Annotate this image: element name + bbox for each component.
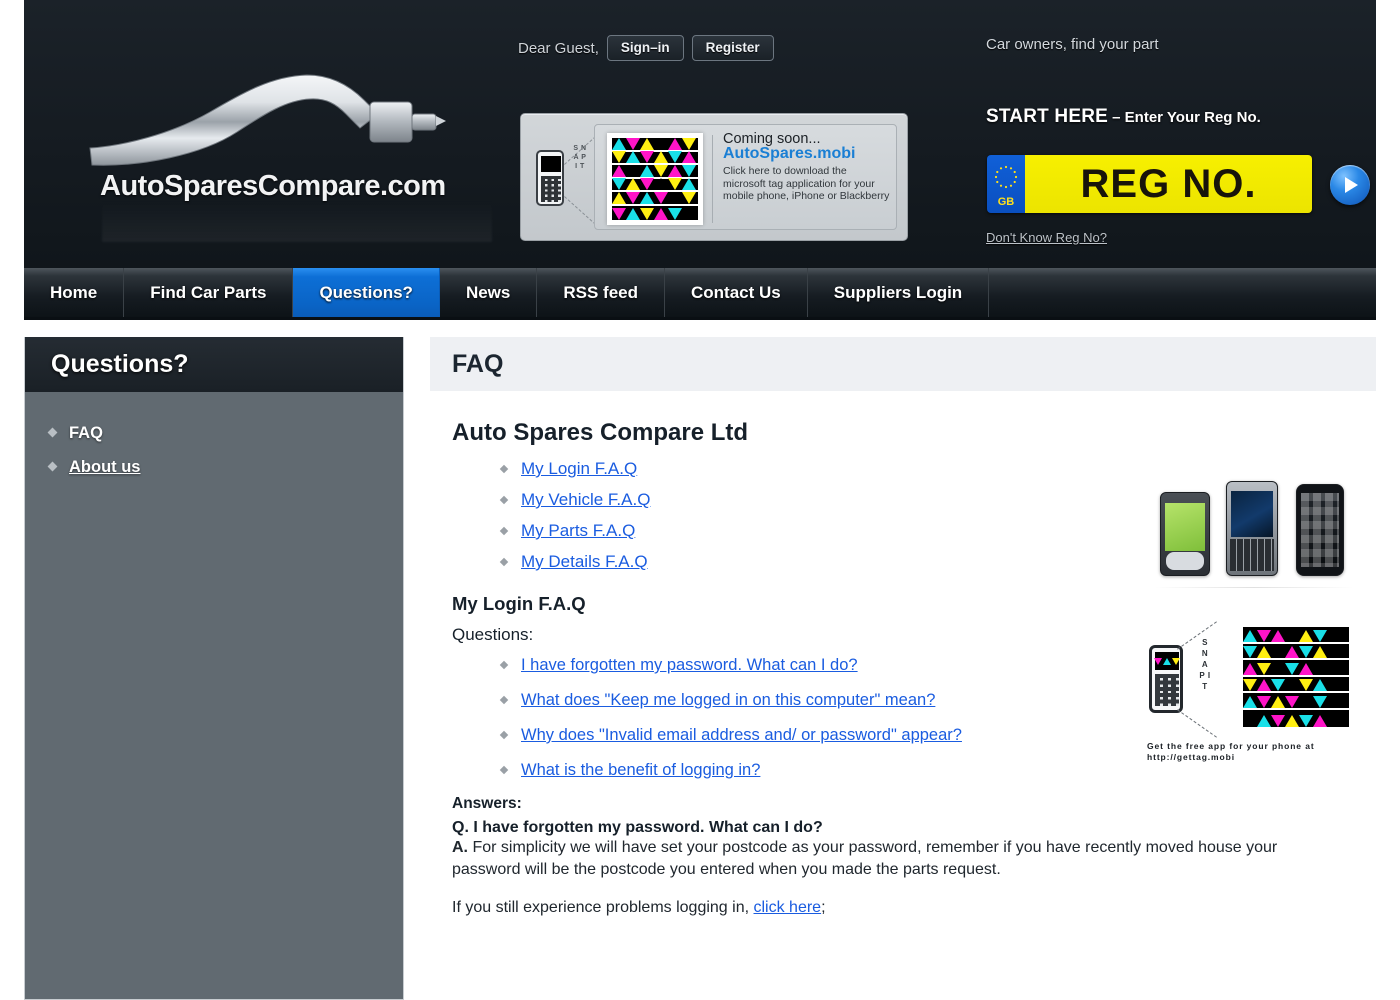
bullet-icon: [499, 660, 509, 670]
start-here-strong: START HERE: [986, 106, 1108, 127]
promo-inner-panel: Coming soon... AutoSpares.mobi Click her…: [594, 124, 897, 230]
bullet-icon: [499, 557, 509, 567]
sidebar-item-label[interactable]: About us: [69, 458, 141, 477]
section-heading: My Login F.A.Q: [452, 593, 586, 614]
promo-brand-link[interactable]: AutoSpares.mobi: [723, 145, 890, 163]
microsoft-tag-image: [607, 133, 703, 225]
promo-phone-icon: [536, 150, 564, 206]
question-link-forgot-password[interactable]: I have forgotten my password. What can I…: [521, 656, 858, 674]
list-item[interactable]: My Login F.A.Q: [497, 459, 1354, 480]
bullet-icon: [499, 526, 509, 536]
car-owners-tagline: Car owners, find your part: [986, 36, 1159, 53]
site-logo[interactable]: AutoSparesCompare.com: [62, 62, 492, 242]
list-item[interactable]: Why does "Invalid email address and/ or …: [497, 725, 1354, 746]
nav-item-news[interactable]: News: [440, 268, 538, 317]
page-title: FAQ: [430, 337, 1376, 391]
register-button[interactable]: Register: [691, 35, 774, 61]
start-here-rest: – Enter Your Reg No.: [1112, 109, 1261, 126]
list-item[interactable]: My Vehicle F.A.Q: [497, 490, 1354, 511]
list-item[interactable]: What does "Keep me logged in on this com…: [497, 690, 1354, 711]
bullet-icon: [499, 464, 509, 474]
answers-label: Answers:: [452, 795, 522, 812]
question-link-benefit-logging-in[interactable]: What is the benefit of logging in?: [521, 761, 760, 779]
bullet-icon: [499, 765, 509, 775]
sidebar-item-label: FAQ: [69, 423, 103, 442]
answer-question-text: Q. I have forgotten my password. What ca…: [452, 819, 823, 836]
gb-label: GB: [997, 196, 1015, 208]
sign-in-button[interactable]: Sign–in: [606, 35, 684, 61]
answer-prefix: A.: [452, 839, 468, 856]
promo-snap-it-label: S N A P I T: [573, 145, 587, 170]
sidebar-item-about-us[interactable]: About us: [25, 450, 403, 484]
reg-number-input[interactable]: GB REG NO.: [987, 155, 1312, 213]
footer-text-before: If you still experience problems logging…: [452, 899, 754, 916]
sidebar: Questions? FAQ About us: [24, 337, 404, 1000]
faq-link-vehicle[interactable]: My Vehicle F.A.Q: [521, 490, 650, 509]
bullet-icon: [47, 461, 58, 472]
bullet-icon: [499, 695, 509, 705]
promo-phone-screen: [541, 156, 561, 172]
company-heading: Auto Spares Compare Ltd: [452, 419, 749, 446]
nav-item-find-car-parts[interactable]: Find Car Parts: [124, 268, 294, 317]
reg-search-go-button[interactable]: [1330, 165, 1370, 205]
sidebar-item-faq[interactable]: FAQ: [25, 416, 403, 450]
faq-link-parts[interactable]: My Parts F.A.Q: [521, 521, 635, 540]
gettag-tag-image: [1243, 627, 1349, 727]
content-body: S N A P I T Get the free app for your ph…: [430, 391, 1376, 917]
bullet-icon: [47, 427, 58, 438]
list-item[interactable]: I have forgotten my password. What can I…: [497, 655, 1354, 676]
question-link-keep-logged-in[interactable]: What does "Keep me logged in on this com…: [521, 691, 935, 709]
list-item[interactable]: What is the benefit of logging in?: [497, 760, 1354, 781]
page-root: AutoSparesCompare.com Dear Guest, Sign–i…: [0, 0, 1400, 1000]
eu-stars-icon: [994, 165, 1018, 189]
answer-text: For simplicity we will have set your pos…: [452, 839, 1278, 878]
nav-item-home[interactable]: Home: [24, 268, 125, 317]
promo-dashed-line-bottom: [564, 196, 596, 225]
nav-item-questions[interactable]: Questions?: [293, 268, 440, 317]
start-here-heading: START HERE – Enter Your Reg No.: [986, 106, 1261, 128]
list-item[interactable]: My Details F.A.Q: [497, 552, 1354, 573]
question-link-invalid-email[interactable]: Why does "Invalid email address and/ or …: [521, 726, 962, 744]
promo-description: Click here to download the microsoft tag…: [723, 165, 890, 203]
click-here-link[interactable]: click here: [754, 899, 822, 916]
list-item[interactable]: My Parts F.A.Q: [497, 521, 1354, 542]
faq-link-login[interactable]: My Login F.A.Q: [521, 459, 637, 478]
dont-know-reg-link[interactable]: Don't Know Reg No?: [986, 230, 1107, 245]
phone-shelf-line: [1154, 587, 1354, 588]
eu-badge: GB: [987, 155, 1025, 213]
bullet-icon: [499, 495, 509, 505]
logo-reflection: [102, 200, 492, 242]
faq-link-details[interactable]: My Details F.A.Q: [521, 552, 648, 571]
greeting-text: Dear Guest,: [518, 39, 599, 57]
logo-text: AutoSparesCompare.com: [100, 170, 446, 202]
bullet-icon: [499, 730, 509, 740]
answer-body: A. For simplicity we will have set your …: [452, 837, 1322, 881]
nav-item-contact-us[interactable]: Contact Us: [665, 268, 808, 317]
exhaust-pipe-icon: [89, 74, 446, 166]
sidebar-title: Questions?: [25, 337, 403, 392]
main-content: FAQ S N A P I T Get the free app for you…: [430, 337, 1376, 1000]
sidebar-menu: FAQ About us: [25, 392, 403, 484]
answer-footer: If you still experience problems logging…: [452, 899, 1354, 917]
nav-item-suppliers-login[interactable]: Suppliers Login: [808, 268, 990, 317]
promo-divider: [712, 135, 713, 223]
account-bar: Dear Guest, Sign–in Register: [518, 35, 774, 61]
nav-item-rss-feed[interactable]: RSS feed: [537, 268, 666, 317]
site-header: AutoSparesCompare.com Dear Guest, Sign–i…: [24, 0, 1376, 268]
reg-plate-text[interactable]: REG NO.: [1025, 155, 1312, 213]
mobile-tag-promo[interactable]: S N A P I T Coming soon... AutoSpares.mo…: [520, 113, 908, 241]
nav-filler: [989, 268, 1376, 317]
footer-text-after: ;: [821, 899, 826, 916]
promo-phone-keypad: [541, 176, 561, 202]
main-navigation: Home Find Car Parts Questions? News RSS …: [24, 268, 1376, 320]
